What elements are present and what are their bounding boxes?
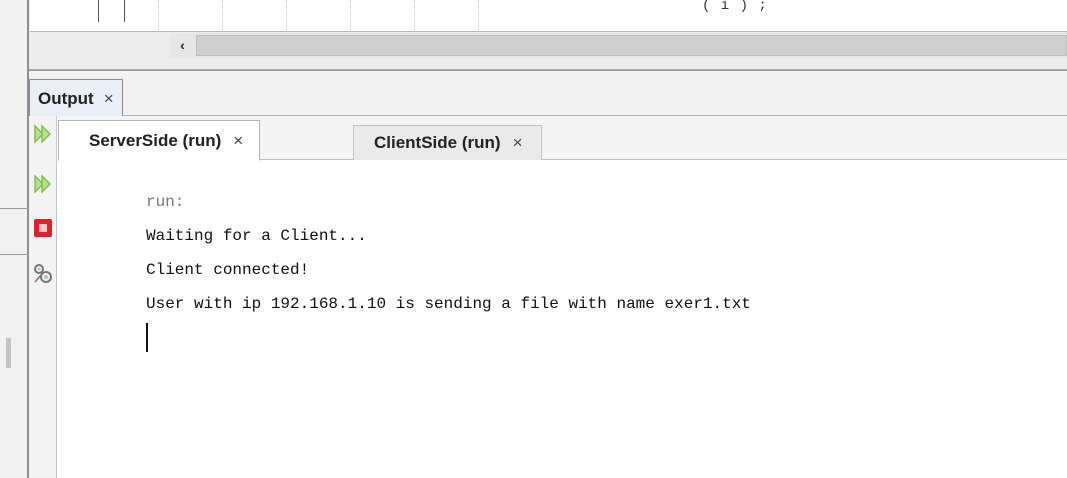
editor-indent-guide bbox=[222, 0, 223, 32]
close-icon[interactable]: × bbox=[513, 133, 523, 153]
tab-serverside-run[interactable]: ServerSide (run) × bbox=[58, 120, 261, 161]
scrollbar-thumb[interactable] bbox=[196, 35, 1067, 56]
text-caret bbox=[146, 323, 148, 352]
editor-code-fragment: ( i ) ; bbox=[702, 0, 768, 12]
editor-canvas[interactable]: ( i ) ; bbox=[30, 0, 1067, 32]
console-line: Waiting for a Client... bbox=[146, 227, 367, 245]
output-subtabs: ServerSide (run) × ClientSide (run) × bbox=[58, 116, 1067, 161]
console-line: User with ip 192.168.1.10 is sending a f… bbox=[146, 295, 751, 313]
console-output[interactable]: run: Waiting for a Client... Client conn… bbox=[58, 161, 1067, 478]
console-line: Client connected! bbox=[146, 261, 310, 279]
editor-guide-line bbox=[98, 0, 99, 22]
editor-indent-guide bbox=[286, 0, 287, 32]
tab-clientside-run[interactable]: ClientSide (run) × bbox=[353, 125, 542, 160]
editor-indent-guide bbox=[478, 0, 479, 32]
output-title: Output bbox=[38, 88, 94, 108]
tab-output[interactable]: Output × bbox=[29, 79, 123, 117]
tab-label: ClientSide (run) bbox=[374, 133, 501, 152]
horizontal-scrollbar[interactable]: ‹ bbox=[170, 33, 1067, 58]
left-window-edge bbox=[0, 0, 29, 478]
left-scroll-marker bbox=[6, 338, 11, 368]
close-icon[interactable]: × bbox=[233, 131, 243, 151]
editor-indent-guide bbox=[414, 0, 415, 32]
settings-icon[interactable] bbox=[31, 262, 55, 286]
stop-icon[interactable] bbox=[31, 216, 55, 240]
left-edge-tick bbox=[0, 254, 29, 255]
editor-guide-line bbox=[124, 0, 125, 22]
console-line: run: bbox=[146, 193, 185, 211]
editor-indent-guide bbox=[350, 0, 351, 32]
chevron-left-icon: ‹ bbox=[180, 37, 185, 53]
scroll-left-button[interactable]: ‹ bbox=[170, 33, 195, 58]
left-edge-tick bbox=[0, 208, 29, 209]
output-toolbar bbox=[29, 116, 57, 478]
tab-label: ServerSide (run) bbox=[89, 130, 222, 150]
rerun-with-options-icon[interactable] bbox=[31, 172, 55, 196]
output-header: Output × bbox=[29, 70, 1067, 117]
editor-indent-guide bbox=[158, 0, 159, 32]
rerun-icon[interactable] bbox=[31, 122, 55, 146]
close-icon[interactable]: × bbox=[104, 89, 114, 109]
output-panel: Output × ServerSide (run) × ClientSide (… bbox=[29, 70, 1067, 478]
